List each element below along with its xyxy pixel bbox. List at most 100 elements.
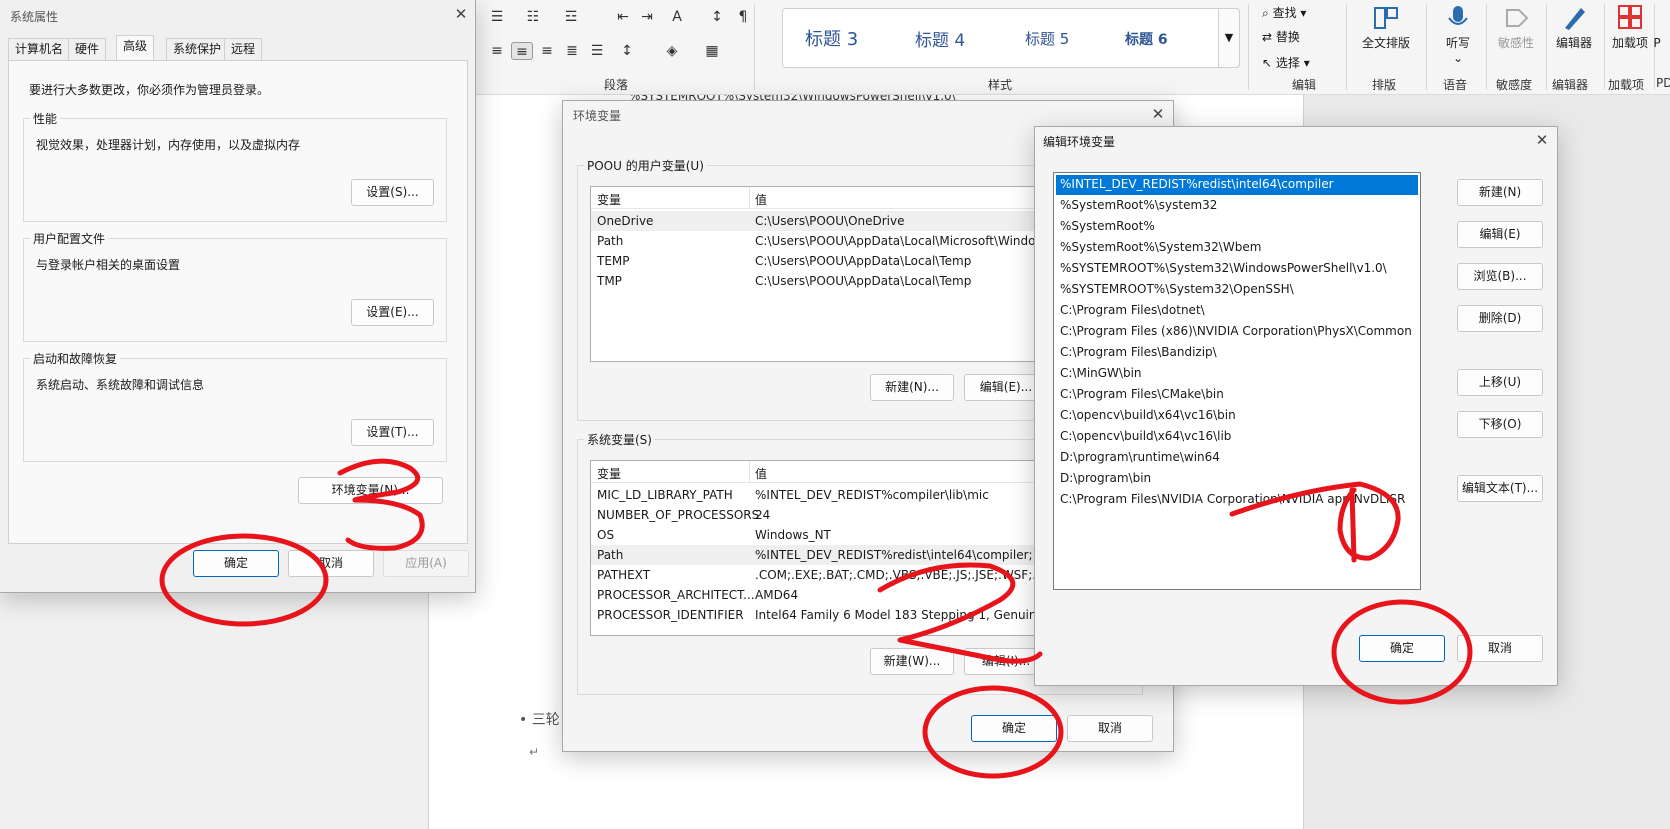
path-entry[interactable]: %SYSTEMROOT%\System32\WindowsPowerShell\… bbox=[1056, 259, 1418, 279]
environment-variables-button[interactable]: 环境变量(N)... bbox=[298, 477, 443, 504]
group-label: 系统变量(S) bbox=[584, 431, 655, 448]
ribbon-separator bbox=[1248, 4, 1249, 90]
profile-settings-button[interactable]: 设置(E)... bbox=[351, 299, 434, 326]
style-heading5[interactable]: 标题 5 bbox=[1025, 28, 1069, 49]
column-header-variable[interactable]: 变量 bbox=[597, 465, 621, 482]
dialog-title: 编辑环境变量 bbox=[1043, 135, 1116, 149]
column-header-value[interactable]: 值 bbox=[755, 191, 767, 208]
increase-indent-icon[interactable]: ⇥ bbox=[636, 8, 658, 26]
startup-recovery-group: 启动和故障恢复 系统启动、系统故障和调试信息 设置(T)... bbox=[23, 350, 447, 462]
path-entry[interactable]: C:\Program Files\CMake\bin bbox=[1056, 385, 1418, 405]
align-center-icon[interactable]: ≡ bbox=[511, 42, 533, 60]
edit-entry-button[interactable]: 编辑(E) bbox=[1457, 221, 1543, 248]
line-spacing-icon[interactable]: ↕ bbox=[616, 42, 638, 60]
path-entry[interactable]: C:\Program Files\dotnet\ bbox=[1056, 301, 1418, 321]
style-heading4[interactable]: 标题 4 bbox=[915, 26, 965, 51]
justify-icon[interactable]: ≣ bbox=[561, 42, 583, 60]
paragraph-mark: ↵ bbox=[529, 745, 540, 759]
ribbon-separator bbox=[1346, 4, 1347, 90]
cancel-button[interactable]: 取消 bbox=[1457, 635, 1543, 662]
path-entry[interactable]: C:\Program Files (x86)\NVIDIA Corporatio… bbox=[1056, 322, 1418, 342]
apply-button[interactable]: 应用(A) bbox=[383, 550, 469, 577]
tab-hardware[interactable]: 硬件 bbox=[68, 38, 107, 60]
move-up-button[interactable]: 上移(U) bbox=[1457, 369, 1543, 396]
ok-button[interactable]: 确定 bbox=[971, 715, 1057, 742]
styles-more-button[interactable]: ▼ bbox=[1218, 8, 1240, 68]
ok-button[interactable]: 确定 bbox=[1359, 635, 1445, 662]
dialog-title: 系统属性 bbox=[10, 10, 59, 24]
path-entry[interactable]: %SystemRoot%\system32 bbox=[1056, 196, 1418, 216]
ok-button[interactable]: 确定 bbox=[193, 550, 279, 577]
path-entries-list[interactable]: %INTEL_DEV_REDIST%redist\intel64\compile… bbox=[1053, 172, 1421, 590]
close-icon[interactable]: ✕ bbox=[450, 4, 472, 24]
editor-button[interactable]: 编辑器 bbox=[1544, 4, 1604, 51]
group-desc: 视觉效果，处理器计划，内存使用，以及虚拟内存 bbox=[36, 138, 301, 152]
browse-button[interactable]: 浏览(B)... bbox=[1457, 263, 1543, 290]
tab-advanced[interactable]: 高级 bbox=[116, 35, 155, 61]
path-entry[interactable]: C:\opencv\build\x64\vc16\bin bbox=[1056, 406, 1418, 426]
sort-icon[interactable]: ↕ bbox=[706, 8, 728, 26]
numbering-icon[interactable]: ☷ bbox=[522, 8, 544, 26]
workspace-background bbox=[0, 595, 428, 829]
path-entry[interactable]: C:\opencv\build\x64\vc16\lib bbox=[1056, 427, 1418, 447]
layout-icon bbox=[1374, 7, 1398, 29]
tab-system-protection[interactable]: 系统保护 bbox=[166, 38, 229, 60]
sensitivity-button[interactable]: 敏感性 bbox=[1486, 4, 1546, 51]
column-header-variable[interactable]: 变量 bbox=[597, 191, 621, 208]
cancel-button[interactable]: 取消 bbox=[1067, 715, 1153, 742]
user-new-button[interactable]: 新建(N)... bbox=[870, 374, 954, 401]
path-entry[interactable]: %SystemRoot%\System32\Wbem bbox=[1056, 238, 1418, 258]
path-entry[interactable]: D:\program\runtime\win64 bbox=[1056, 448, 1418, 468]
startup-settings-button[interactable]: 设置(T)... bbox=[351, 419, 434, 446]
column-header-value[interactable]: 值 bbox=[755, 465, 767, 482]
shading-icon[interactable]: ◈ bbox=[661, 42, 683, 60]
cancel-button[interactable]: 取消 bbox=[288, 550, 374, 577]
dictate-button[interactable]: 听写 ⌄ bbox=[1428, 4, 1488, 66]
group-label-pdf: PDF bbox=[1656, 76, 1670, 90]
doc-text: 三轮 bbox=[531, 712, 560, 728]
tab-panel: 要进行大多数更改，你必须作为管理员登录。 性能 视觉效果，处理器计划，内存使用，… bbox=[8, 60, 468, 544]
asian-layout-icon[interactable]: A bbox=[666, 8, 688, 26]
column-divider[interactable] bbox=[749, 187, 750, 209]
dialog-title: 环境变量 bbox=[573, 109, 622, 123]
styles-gallery[interactable]: 标题 3 标题 4 标题 5 标题 6 bbox=[782, 8, 1240, 68]
show-marks-icon[interactable]: ¶ bbox=[732, 8, 754, 26]
path-entry[interactable]: C:\MinGW\bin bbox=[1056, 364, 1418, 384]
edit-text-button[interactable]: 编辑文本(T)... bbox=[1457, 475, 1543, 502]
pdf-button[interactable]: P bbox=[1642, 4, 1670, 51]
delete-entry-button[interactable]: 删除(D) bbox=[1457, 305, 1543, 332]
align-right-icon[interactable]: ≡ bbox=[536, 42, 558, 60]
distributed-icon[interactable]: ☰ bbox=[586, 42, 608, 60]
style-heading6[interactable]: 标题 6 bbox=[1125, 29, 1168, 49]
move-down-button[interactable]: 下移(O) bbox=[1457, 411, 1543, 438]
tab-computer-name[interactable]: 计算机名 bbox=[8, 38, 71, 60]
multilevel-list-icon[interactable]: ☲ bbox=[560, 8, 582, 26]
style-heading3[interactable]: 标题 3 bbox=[805, 25, 858, 51]
perf-settings-button[interactable]: 设置(S)... bbox=[351, 179, 434, 206]
borders-icon[interactable]: ▦ bbox=[701, 42, 723, 60]
doc-bullet-line[interactable]: • 三轮 bbox=[519, 709, 560, 729]
decrease-indent-icon[interactable]: ⇤ bbox=[612, 8, 634, 26]
path-entry[interactable]: C:\Program Files\Bandizip\ bbox=[1056, 343, 1418, 363]
replace-button[interactable]: ⇄ 替换 bbox=[1262, 28, 1300, 45]
admin-note: 要进行大多数更改，你必须作为管理员登录。 bbox=[29, 83, 270, 97]
tag-icon bbox=[1506, 9, 1529, 27]
new-entry-button[interactable]: 新建(N) bbox=[1457, 179, 1543, 206]
close-icon[interactable]: ✕ bbox=[1531, 130, 1553, 150]
path-entry[interactable]: D:\program\bin bbox=[1056, 469, 1418, 489]
system-new-button[interactable]: 新建(W)... bbox=[870, 648, 954, 675]
path-entry[interactable]: C:\Program Files\NVIDIA Corporation\NVID… bbox=[1056, 490, 1418, 510]
path-entry[interactable]: %SYSTEMROOT%\System32\OpenSSH\ bbox=[1056, 280, 1418, 300]
column-divider[interactable] bbox=[749, 461, 750, 483]
align-left-icon[interactable]: ≡ bbox=[486, 42, 508, 60]
fulltext-layout-button[interactable]: 全文排版 bbox=[1356, 4, 1416, 51]
edit-environment-variable-dialog: 编辑环境变量 ✕ %INTEL_DEV_REDIST%redist\intel6… bbox=[1034, 126, 1558, 686]
find-button[interactable]: ⌕ 查找 ▾ bbox=[1262, 4, 1306, 21]
bullets-icon[interactable]: ☰ bbox=[486, 8, 508, 26]
path-entry[interactable]: %SystemRoot% bbox=[1056, 217, 1418, 237]
close-icon[interactable]: ✕ bbox=[1147, 104, 1169, 124]
grid-icon bbox=[1618, 5, 1642, 29]
tab-remote[interactable]: 远程 bbox=[224, 38, 263, 60]
select-button[interactable]: ↖ 选择 ▾ bbox=[1262, 54, 1310, 71]
path-entry[interactable]: %INTEL_DEV_REDIST%redist\intel64\compile… bbox=[1056, 175, 1418, 195]
